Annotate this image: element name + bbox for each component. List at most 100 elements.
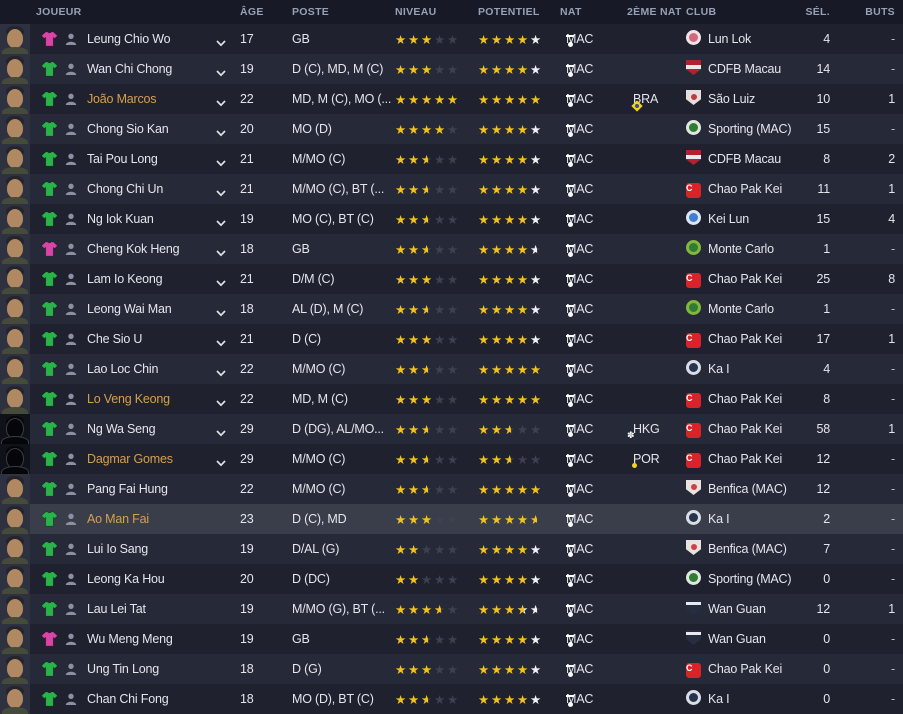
chevron-down-icon[interactable] — [216, 396, 226, 407]
player-name[interactable]: Tai Pou Long — [87, 152, 158, 166]
club-name[interactable]: Ka I — [708, 692, 730, 706]
club-name[interactable]: Chao Pak Kei — [708, 662, 782, 676]
club-name[interactable]: Lun Lok — [708, 32, 751, 46]
table-row[interactable]: Cheng Kok Heng 18 GB ★ ★ ★ ★ ★ ★ ★ ★ ★ ★ ★ ★ MAC M… — [0, 234, 903, 264]
table-row[interactable]: Chong Chi Un 21 M/MO (C), BT (... ★ ★ ★ ★ ★ ★… — [0, 174, 903, 204]
club-name[interactable]: CDFB Macau — [708, 62, 781, 76]
club-name[interactable]: Sporting (MAC) — [708, 572, 792, 586]
player-name[interactable]: Chong Chi Un — [87, 182, 163, 196]
club-name[interactable]: São Luiz — [708, 92, 755, 106]
table-row[interactable]: Wan Chi Chong 19 D (C), MD, M (C) ★ ★ ★ ★ ★ … — [0, 54, 903, 84]
star-icon: ★ — [504, 511, 516, 527]
column-header-age[interactable]: ÂGE — [240, 6, 292, 18]
column-header-poste[interactable]: POSTE — [292, 6, 395, 18]
chevron-down-icon[interactable] — [216, 276, 226, 287]
club-cell: Lun Lok — [686, 30, 800, 48]
club-name[interactable]: Wan Guan — [708, 602, 766, 616]
column-header-buts[interactable]: BUTS — [830, 6, 903, 18]
chevron-down-icon[interactable] — [216, 306, 226, 317]
player-name[interactable]: Leong Ka Hou — [87, 572, 165, 586]
chevron-down-icon[interactable] — [216, 126, 226, 137]
table-row[interactable]: Chan Chi Fong 18 MO (D), BT (C) ★ ★ ★ ★ ★ ★ ★… — [0, 684, 903, 714]
chevron-down-icon[interactable] — [216, 186, 226, 197]
club-name[interactable]: Chao Pak Kei — [708, 452, 782, 466]
chevron-down-icon[interactable] — [216, 216, 226, 227]
table-row[interactable]: Ng Wa Seng 29 D (DG), AL/MO... ★ ★ ★ ★ ★ ★ ★ ★… — [0, 414, 903, 444]
column-header-niveau[interactable]: NIVEAU — [395, 6, 478, 18]
club-name[interactable]: Chao Pak Kei — [708, 422, 782, 436]
table-row[interactable]: Ng Iok Kuan 19 MO (C), BT (C) ★ ★ ★ ★ ★ ★ ★ ★ ★… — [0, 204, 903, 234]
player-name[interactable]: Wu Meng Meng — [87, 632, 173, 646]
second-nationality-code: HKG — [633, 422, 660, 436]
table-row[interactable]: Lam Io Keong 21 D/M (C) ★ ★ ★ ★ ★ ★ ★ ★ ★ ★ MAC … — [0, 264, 903, 294]
column-header-club[interactable]: CLUB — [686, 6, 800, 18]
table-row[interactable]: Leung Chio Wo 17 GB ★ ★ ★ ★ ★ ★ ★ ★ ★ ★ MAC Lun … — [0, 24, 903, 54]
club-name[interactable]: Wan Guan — [708, 632, 766, 646]
column-header-potentiel[interactable]: POTENTIEL — [478, 6, 560, 18]
club-name[interactable]: Chao Pak Kei — [708, 392, 782, 406]
club-name[interactable]: Ka I — [708, 362, 730, 376]
club-name[interactable]: Monte Carlo — [708, 302, 774, 316]
club-name[interactable]: Benfica (MAC) — [708, 482, 787, 496]
table-row[interactable]: Lau Lei Tat 19 M/MO (G), BT (... ★ ★ ★ ★ ★ ★ … — [0, 594, 903, 624]
player-name[interactable]: Lui Io Sang — [87, 542, 148, 556]
chevron-down-icon[interactable] — [216, 66, 226, 77]
player-name[interactable]: Dagmar Gomes — [87, 452, 173, 466]
player-name[interactable]: Wan Chi Chong — [87, 62, 172, 76]
club-name[interactable]: Sporting (MAC) — [708, 122, 792, 136]
column-header-nat[interactable]: NAT — [560, 6, 627, 18]
table-row[interactable]: Pang Fai Hung 22 M/MO (C) ★ ★ ★ ★ ★ ★ ★ ★ ★ ★ ★ M… — [0, 474, 903, 504]
player-name[interactable]: Lau Lei Tat — [87, 602, 146, 616]
column-header-sel[interactable]: SÉL. — [800, 6, 830, 18]
club-cell: C Chao Pak Kei — [686, 660, 800, 678]
player-name[interactable]: Ng Wa Seng — [87, 422, 155, 436]
player-name[interactable]: Lao Loc Chin — [87, 362, 158, 376]
player-name[interactable]: Chan Chi Fong — [87, 692, 168, 706]
table-row[interactable]: Leong Wai Man 18 AL (D), M (C) ★ ★ ★ ★ ★ ★ ★ ★… — [0, 294, 903, 324]
club-name[interactable]: Kei Lun — [708, 212, 749, 226]
player-name[interactable]: Pang Fai Hung — [87, 482, 168, 496]
table-row[interactable]: Lao Loc Chin 22 M/MO (C) ★ ★ ★ ★ ★ ★ ★ ★ ★ ★ ★ MA… — [0, 354, 903, 384]
club-name[interactable]: Chao Pak Kei — [708, 332, 782, 346]
player-name[interactable]: Lo Veng Keong — [87, 392, 170, 406]
chevron-down-icon[interactable] — [216, 366, 226, 377]
player-name[interactable]: Chong Sio Kan — [87, 122, 169, 136]
player-name[interactable]: Leung Chio Wo — [87, 32, 170, 46]
player-name[interactable]: Lam Io Keong — [87, 272, 162, 286]
player-name[interactable]: Ao Man Fai — [87, 512, 149, 526]
chevron-down-icon[interactable] — [216, 336, 226, 347]
chevron-down-icon[interactable] — [216, 36, 226, 47]
column-header-2eme-nat[interactable]: 2ÈME NAT — [627, 6, 686, 18]
club-name[interactable]: Monte Carlo — [708, 242, 774, 256]
table-row[interactable]: Che Sio U 21 D (C) ★ ★ ★ ★ ★ ★ ★ ★ ★ ★ MAC C Cha… — [0, 324, 903, 354]
table-row[interactable]: Leong Ka Hou 20 D (DC) ★ ★ ★ ★ ★ ★ ★ ★ ★ ★ MAC S… — [0, 564, 903, 594]
table-row[interactable]: Lo Veng Keong 22 MD, M (C) ★ ★ ★ ★ ★ ★ ★ ★ ★ ★ M… — [0, 384, 903, 414]
club-name[interactable]: Chao Pak Kei — [708, 182, 782, 196]
player-name[interactable]: Ng Iok Kuan — [87, 212, 154, 226]
player-name[interactable]: Cheng Kok Heng — [87, 242, 179, 256]
chevron-down-icon[interactable] — [216, 426, 226, 437]
table-row[interactable]: Chong Sio Kan 20 MO (D) ★ ★ ★ ★ ★ ★ ★ ★ ★ ★ MAC … — [0, 114, 903, 144]
table-row[interactable]: Ao Man Fai 23 D (C), MD ★ ★ ★ ★ ★ ★ ★ ★ ★ ★ ★ MAC… — [0, 504, 903, 534]
club-name[interactable]: Chao Pak Kei — [708, 272, 782, 286]
club-name[interactable]: Benfica (MAC) — [708, 542, 787, 556]
table-row[interactable]: Ung Tin Long 18 D (G) ★ ★ ★ ★ ★ ★ ★ ★ ★ ★ MAC C … — [0, 654, 903, 684]
star-icon: ★ — [408, 121, 420, 137]
chevron-down-icon[interactable] — [216, 156, 226, 167]
table-row[interactable]: Dagmar Gomes 29 M/MO (C) ★ ★ ★ ★ ★ ★ ★ ★ ★ ★ ★ ★ M… — [0, 444, 903, 474]
table-row[interactable]: Tai Pou Long 21 M/MO (C) ★ ★ ★ ★ ★ ★ ★ ★ ★ ★ ★ MA… — [0, 144, 903, 174]
player-name[interactable]: Che Sio U — [87, 332, 142, 346]
chevron-down-icon[interactable] — [216, 246, 226, 257]
chevron-down-icon[interactable] — [216, 456, 226, 467]
player-name[interactable]: Ung Tin Long — [87, 662, 159, 676]
table-row[interactable]: Lui Io Sang 19 D/AL (G) ★ ★ ★ ★ ★ ★ ★ ★ ★ ★ MAC … — [0, 534, 903, 564]
club-name[interactable]: Ka I — [708, 512, 730, 526]
star-icon: ★ — [447, 271, 459, 287]
chevron-down-icon[interactable] — [216, 96, 226, 107]
player-name[interactable]: Leong Wai Man — [87, 302, 172, 316]
table-row[interactable]: Wu Meng Meng 19 GB ★ ★ ★ ★ ★ ★ ★ ★ ★ ★ ★ MAC Wan … — [0, 624, 903, 654]
club-name[interactable]: CDFB Macau — [708, 152, 781, 166]
player-name[interactable]: João Marcos — [87, 92, 156, 106]
table-row[interactable]: João Marcos 22 MD, M (C), MO (... ★ ★ ★ ★ ★ … — [0, 84, 903, 114]
column-header-joueur[interactable]: JOUEUR — [0, 0, 240, 24]
